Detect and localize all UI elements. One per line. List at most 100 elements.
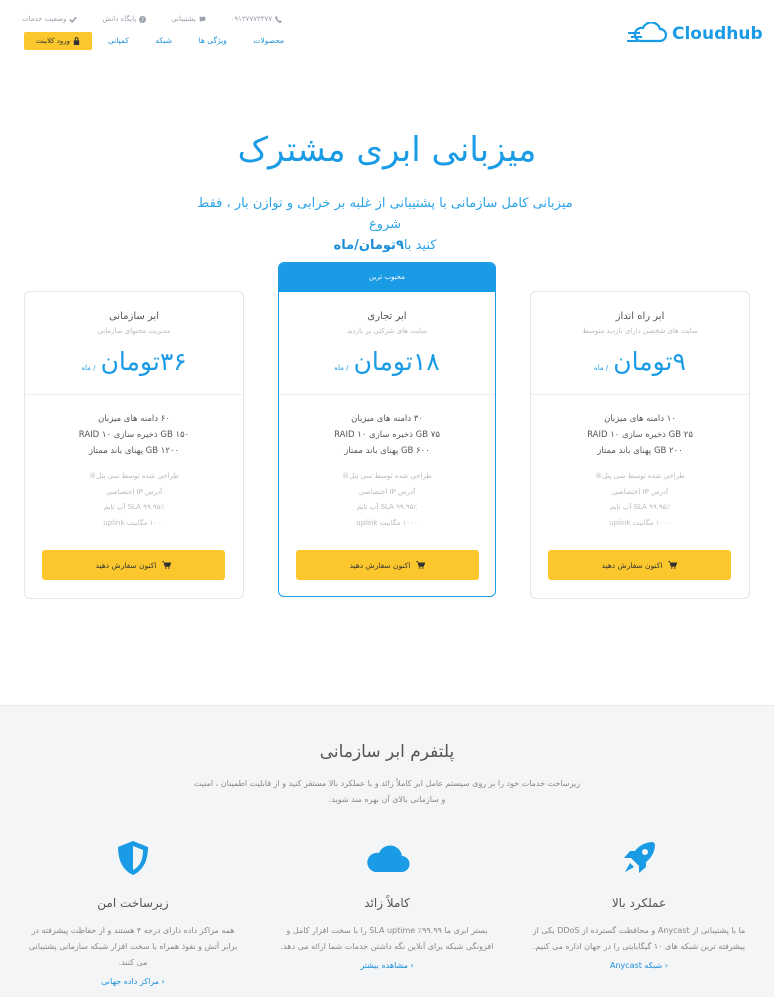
nav-company[interactable]: کمپانی	[108, 36, 129, 45]
support-link[interactable]: پشتیبانی	[171, 15, 205, 23]
plan-period: / ماه	[594, 364, 609, 372]
feature-title: عملکرد بالا	[611, 896, 667, 910]
plan-specs: ۳۰ دامنه های میزبان GB ۷۵ ذخیره سازی ۱۰ …	[279, 411, 495, 459]
feature-cpanel: طراحی شده توسط سی پنل®	[89, 472, 179, 480]
feature-text: بستر ابری ما ۹۹.۹۹٪ SLA uptime را با سخت…	[280, 926, 494, 951]
nav-network[interactable]: شبکه	[155, 36, 172, 45]
cart-icon	[668, 561, 678, 569]
nav-products[interactable]: محصولات	[253, 36, 284, 45]
order-button[interactable]: اکنون سفارش دهید	[548, 550, 731, 580]
plan-desc: سایت های شرکتی پر بازدید	[346, 327, 428, 335]
plan-desc: مدیریت محتوای سازمانی	[97, 327, 171, 335]
top-meta-links: ۰۹۱۳۷۷۷۳۳۷۷ پشتیبانی ? پایگاه دانش وضعیت…	[22, 15, 282, 23]
question-icon: ?	[139, 15, 147, 23]
feature-title: زیرساخت امن	[97, 896, 169, 910]
plan-price: ۳۶تومان	[100, 347, 187, 376]
main-nav: محصولات ویژگی ها شبکه کمپانی	[108, 36, 284, 45]
cart-icon	[162, 561, 172, 569]
spec-storage: GB ۲۵ ذخیره سازی ۱۰ RAID	[587, 430, 693, 440]
plan-price: ۱۸تومان	[353, 347, 440, 376]
order-button[interactable]: اکنون سفارش دهید	[42, 550, 225, 580]
feature-link-label: مشاهده بیشتر	[360, 961, 408, 970]
plan-price: ۹تومان	[613, 347, 686, 376]
feature-secure: زیرساخت امن همه مراکز داده دارای درجه ۴ …	[24, 838, 242, 986]
plan-features: طراحی شده توسط سی پنل® آدرس IP اختصاصی S…	[531, 469, 749, 532]
feature-link-label: مراکز داده جهانی	[101, 977, 159, 986]
spec-bandwidth: GB ۱۲۰۰ پهنای باند ممتاز	[88, 446, 180, 456]
order-label: اکنون سفارش دهید	[95, 560, 157, 570]
top-header: Cloudhub ۰۹۱۳۷۷۷۳۳۷۷ پشتیبانی ? پایگاه د…	[0, 0, 774, 60]
plan-name: ابر راه انداز	[615, 311, 665, 322]
plan-card-business: محبوب ترین ابر تجاری سایت های شرکتی پر ب…	[278, 262, 496, 597]
plan-name: ابر سازمانی	[108, 311, 160, 322]
chevron-left-icon: ‹	[662, 961, 668, 970]
spec-storage: GB ۱۵۰ ذخیره سازی ۱۰ RAID	[78, 430, 190, 440]
cloud-logo-icon	[627, 22, 668, 43]
chevron-left-icon: ‹	[158, 977, 165, 986]
chat-icon	[199, 16, 205, 22]
platform-desc-line1: زیرساخت خدمات خود را بر روی سیستم عامل ا…	[193, 779, 581, 788]
plan-specs: ۶۰ دامنه های میزبان GB ۱۵۰ ذخیره سازی ۱۰…	[25, 411, 243, 459]
knowledge-base-label: پایگاه دانش	[102, 15, 137, 23]
spec-domains: ۶۰ دامنه های میزبان	[98, 414, 170, 424]
spec-storage: GB ۷۵ ذخیره سازی ۱۰ RAID	[334, 430, 440, 440]
spec-domains: ۱۰ دامنه های میزبان	[604, 414, 676, 424]
svg-text:?: ?	[141, 17, 144, 22]
nav-features[interactable]: ویژگی ها	[199, 36, 227, 45]
plan-price-row: ۱۸تومان / ماه	[279, 347, 495, 376]
support-label: پشتیبانی	[171, 15, 196, 23]
plan-header: ابر راه انداز سایت های شخصی دارای بازدید…	[531, 311, 749, 376]
feature-link-label: شبکه Anycast	[609, 961, 663, 970]
plan-period: / ماه	[81, 364, 96, 372]
lock-icon	[73, 37, 80, 45]
cloud-icon	[367, 845, 410, 873]
logo-text: Cloudhub	[672, 24, 763, 44]
plan-name: ابر تجاری	[367, 311, 407, 322]
phone-icon	[275, 15, 282, 23]
plan-price-row: ۹تومان / ماه	[531, 347, 749, 376]
feature-high-performance: عملکرد بالا ما با پشتیبانی از Anycast و …	[530, 838, 748, 970]
plan-card-enterprise: ابر سازمانی مدیریت محتوای سازمانی ۳۶توما…	[24, 291, 244, 599]
feature-link[interactable]: ‹ مراکز داده جهانی	[24, 977, 242, 986]
feature-uplink: ۱۰۰۰ مگابیت uplink	[103, 519, 165, 528]
plan-specs: ۱۰ دامنه های میزبان GB ۲۵ ذخیره سازی ۱۰ …	[531, 411, 749, 459]
card-divider	[279, 394, 495, 395]
feature-cpanel: طراحی شده توسط سی پنل®	[595, 472, 685, 480]
feature-sla: SLA ۹۹.۹۵٪ آپ تایم	[356, 503, 418, 512]
spec-bandwidth: GB ۶۰۰ پهنای باند ممتاز	[344, 446, 430, 456]
plan-header: ابر سازمانی مدیریت محتوای سازمانی ۳۶توما…	[25, 311, 243, 376]
service-status-link[interactable]: وضعیت خدمات	[22, 15, 78, 23]
feature-text: همه مراکز داده دارای درجه ۴ هستند و از ح…	[28, 926, 238, 967]
plan-features: طراحی شده توسط سی پنل® آدرس IP اختصاصی S…	[279, 469, 495, 532]
plan-desc: سایت های شخصی دارای بازدید متوسط	[582, 327, 698, 335]
hero-subtitle-line1: میزبانی کامل سازمانی با پشتیبانی از غلبه…	[197, 196, 573, 232]
plan-period: / ماه	[334, 364, 349, 372]
client-login-label: ورود کلاینت	[36, 37, 70, 45]
feature-ip: آدرس IP اختصاصی	[358, 487, 416, 496]
card-divider	[25, 394, 243, 395]
service-status-label: وضعیت خدمات	[22, 15, 67, 23]
platform-desc-line2: و سازمانی بالای آن بهره مند شوید.	[328, 795, 446, 804]
card-divider	[531, 394, 749, 395]
spec-bandwidth: GB ۲۰۰ پهنای باند ممتاز	[597, 446, 683, 456]
feature-cpanel: طراحی شده توسط سی پنل®	[342, 472, 432, 480]
order-label: اکنون سفارش دهید	[349, 560, 411, 570]
plan-price-row: ۳۶تومان / ماه	[25, 347, 243, 376]
order-label: اکنون سفارش دهید	[601, 560, 663, 570]
feature-redundant: کاملاً زائد بستر ابری ما ۹۹.۹۹٪ SLA upti…	[278, 838, 496, 970]
feature-ip: آدرس IP اختصاصی	[105, 487, 163, 496]
hero-subtitle: میزبانی کامل سازمانی با پشتیبانی از غلبه…	[190, 193, 580, 256]
client-login-button[interactable]: ورود کلاینت	[24, 32, 92, 50]
feature-link[interactable]: ‹ مشاهده بیشتر	[278, 961, 496, 970]
logo[interactable]: Cloudhub	[626, 22, 763, 46]
plan-features: طراحی شده توسط سی پنل® آدرس IP اختصاصی S…	[25, 469, 243, 532]
feature-sla: SLA ۹۹.۹۵٪ آپ تایم	[103, 503, 165, 512]
phone-number: ۰۹۱۳۷۷۷۳۳۷۷	[230, 15, 272, 23]
shield-icon	[118, 841, 148, 875]
knowledge-base-link[interactable]: ? پایگاه دانش	[102, 15, 147, 23]
hero-subtitle-price: ۹تومان/ماه	[333, 238, 404, 253]
most-popular-badge: محبوب ترین	[279, 263, 495, 292]
feature-link[interactable]: ‹ شبکه Anycast	[530, 961, 748, 970]
order-button[interactable]: اکنون سفارش دهید	[296, 550, 479, 580]
phone-link[interactable]: ۰۹۱۳۷۷۷۳۳۷۷	[231, 15, 282, 23]
